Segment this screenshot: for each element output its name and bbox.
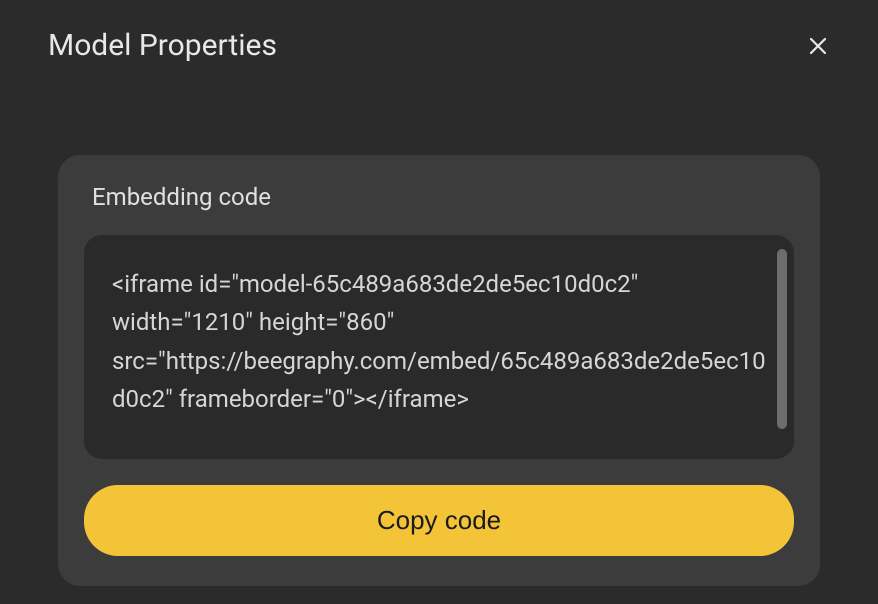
modal-header: Model Properties xyxy=(0,0,878,63)
copy-code-button[interactable]: Copy code xyxy=(84,485,794,556)
embedding-card: Embedding code <iframe id="model-65c489a… xyxy=(58,155,820,586)
modal-title: Model Properties xyxy=(48,28,277,63)
scrollbar-thumb[interactable] xyxy=(777,249,787,429)
close-button[interactable] xyxy=(802,30,834,62)
code-text: <iframe id="model-65c489a683de2de5ec10d0… xyxy=(112,265,766,419)
close-icon xyxy=(806,34,830,58)
code-box[interactable]: <iframe id="model-65c489a683de2de5ec10d0… xyxy=(84,235,794,459)
embedding-label: Embedding code xyxy=(84,183,794,211)
